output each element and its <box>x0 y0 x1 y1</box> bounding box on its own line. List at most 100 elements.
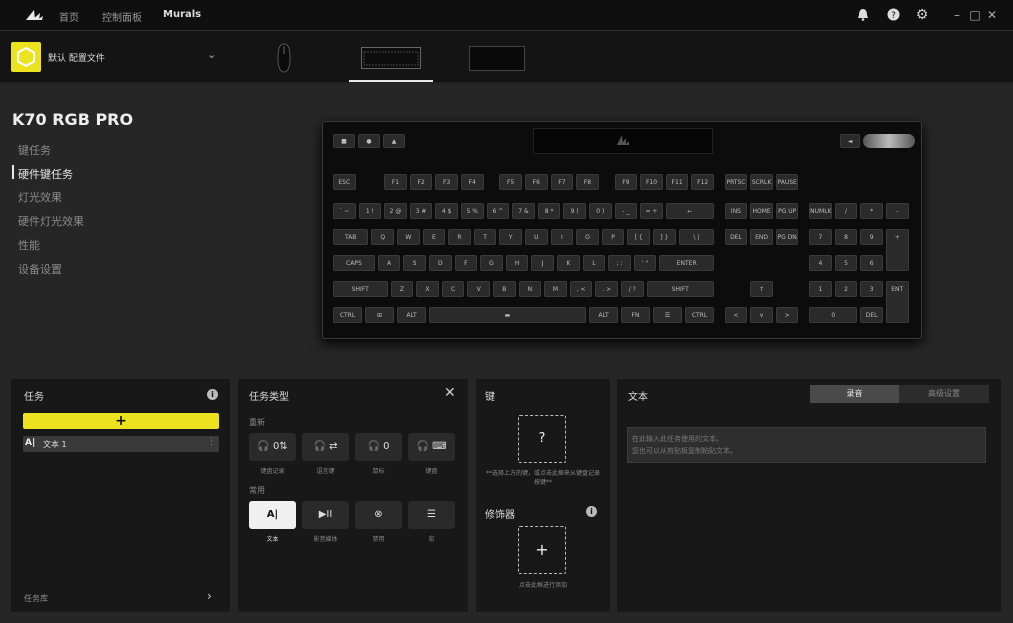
add-task-button[interactable]: + <box>23 413 219 429</box>
key-a_row-9[interactable]: L <box>582 255 606 271</box>
key-z_row-4[interactable]: V <box>467 281 490 297</box>
key-num_row-9[interactable]: 9 ( <box>563 203 586 219</box>
key-select-box[interactable]: ? <box>518 415 566 463</box>
task-type-tile-common-3[interactable]: ☰ <box>408 501 455 529</box>
key-q_row-4[interactable]: R <box>448 229 471 245</box>
key-fn_row-3[interactable]: F3 <box>435 174 458 190</box>
key-q_row-9[interactable]: O <box>576 229 599 245</box>
key-z_row-11[interactable]: SHIFT <box>646 281 714 297</box>
key-fn_row-13[interactable]: PRTSC <box>724 174 748 190</box>
info-icon[interactable]: i <box>207 389 218 400</box>
nav-dashboard[interactable]: 控制面板 <box>102 9 142 24</box>
key-num_row-20[interactable]: - <box>885 203 909 219</box>
chevron-right-icon[interactable]: › <box>207 589 212 603</box>
key-z_row-6[interactable]: N <box>518 281 542 297</box>
menu-key-tasks[interactable]: 键任务 <box>18 142 51 158</box>
key-num_row-15[interactable]: HOME <box>750 203 773 219</box>
key-a_row-12[interactable]: ENTER <box>659 255 714 271</box>
key-num_row-4[interactable]: 4 $ <box>435 203 458 219</box>
help-icon[interactable]: ? <box>886 8 900 22</box>
profile-badge[interactable] <box>11 42 41 72</box>
key-q_row-12[interactable]: ] } <box>653 229 676 245</box>
key-q_row-13[interactable]: \ | <box>678 229 714 245</box>
key-q_row-5[interactable]: T <box>473 229 497 245</box>
key-q_row-7[interactable]: U <box>525 229 548 245</box>
text-input[interactable]: 在此输入此任务使用的文本。 您也可以从剪贴板复制粘贴文本。 <box>627 427 986 463</box>
info-icon[interactable]: i <box>586 506 597 517</box>
key-a_row-7[interactable]: J <box>531 255 554 271</box>
key-z_row-14[interactable]: 2 <box>834 281 858 297</box>
key-num_row-19[interactable]: * <box>860 203 883 219</box>
menu-performance[interactable]: 性能 <box>18 237 40 253</box>
task-list-item[interactable]: A| 文本 1 ⋮ <box>23 436 219 452</box>
key-q_row-6[interactable]: Y <box>499 229 522 245</box>
key-z_row-10[interactable]: / ? <box>621 281 644 297</box>
key-z_row-3[interactable]: C <box>441 281 465 297</box>
key-a_row-6[interactable]: H <box>505 255 529 271</box>
key-bottom_row-7[interactable]: CTRL <box>685 307 714 323</box>
chevron-down-icon[interactable]: ⌄ <box>207 48 216 61</box>
corsair-sails-logo[interactable] <box>24 8 44 22</box>
key-fn_row-1[interactable]: F1 <box>384 174 407 190</box>
key-num_row-12[interactable]: = + <box>640 203 663 219</box>
task-type-tile-remap-1[interactable]: 🎧 ⇄ <box>302 433 349 461</box>
key-fn_row-8[interactable]: F8 <box>576 174 599 190</box>
key-a_row-2[interactable]: S <box>403 255 426 271</box>
key-bottom_row-11[interactable]: 0 <box>809 307 858 323</box>
key-bottom_row-0[interactable]: CTRL <box>333 307 362 323</box>
key-num_row-14[interactable]: INS <box>724 203 748 219</box>
key-z_row-16[interactable]: ENT <box>885 281 909 323</box>
key-bottom_row-2[interactable]: ALT <box>397 307 426 323</box>
key-fn_row-5[interactable]: F5 <box>499 174 522 190</box>
key-q_row-2[interactable]: W <box>397 229 420 245</box>
key-z_row-2[interactable]: X <box>416 281 439 297</box>
key-a_row-13[interactable]: 4 <box>809 255 832 271</box>
task-type-tile-remap-0[interactable]: 🎧 0⇅ <box>249 433 296 461</box>
key-a_row-5[interactable]: G <box>480 255 503 271</box>
key-q_row-18[interactable]: 8 <box>834 229 858 245</box>
key-a_row-14[interactable]: 5 <box>834 255 858 271</box>
bell-icon[interactable] <box>856 8 870 22</box>
key-num_row-7[interactable]: 7 & <box>512 203 535 219</box>
key-z_row-0[interactable]: SHIFT <box>333 281 388 297</box>
key-a_row-8[interactable]: K <box>557 255 580 271</box>
key-bottom_row-1[interactable]: ⊞ <box>365 307 394 323</box>
key-q_row-1[interactable]: Q <box>371 229 394 245</box>
key-q_row-17[interactable]: 7 <box>809 229 832 245</box>
menu-hardware-key-tasks[interactable]: 硬件键任务 <box>18 166 73 182</box>
key-num_row-17[interactable]: NUMLK <box>809 203 832 219</box>
key-num_row-10[interactable]: 0 ) <box>589 203 612 219</box>
task-type-tile-remap-3[interactable]: 🎧 ⌨ <box>408 433 455 461</box>
task-type-tile-common-1[interactable]: ▶II <box>302 501 349 529</box>
key-fn_row-6[interactable]: F6 <box>525 174 548 190</box>
key-bottom_row-5[interactable]: FN <box>621 307 650 323</box>
nav-murals[interactable]: Murals <box>163 9 201 20</box>
key-num_row-8[interactable]: 8 * <box>537 203 561 219</box>
key-num_row-18[interactable]: / <box>834 203 858 219</box>
key-num_row-11[interactable]: - _ <box>614 203 638 219</box>
more-options-icon[interactable]: ⋮ <box>207 437 216 447</box>
key-z_row-15[interactable]: 3 <box>860 281 883 297</box>
key-z_row-1[interactable]: Z <box>390 281 414 297</box>
key-z_row-8[interactable]: , < <box>569 281 593 297</box>
tab-advanced[interactable]: 高级设置 <box>899 385 989 403</box>
key-fn_row-15[interactable]: PAUSE <box>775 174 799 190</box>
key-num_row-3[interactable]: 3 # <box>409 203 433 219</box>
key-q_row-11[interactable]: [ { <box>627 229 650 245</box>
key-bottom_row-12[interactable]: DEL <box>860 307 883 323</box>
key-q_row-20[interactable]: + <box>885 229 909 271</box>
key-bottom_row-6[interactable]: ☰ <box>653 307 682 323</box>
key-bottom_row-8[interactable]: < <box>724 307 748 323</box>
key-a_row-4[interactable]: F <box>454 255 478 271</box>
key-fn_row-4[interactable]: F4 <box>461 174 484 190</box>
key-a_row-0[interactable]: CAPS <box>333 255 375 271</box>
menu-lighting[interactable]: 灯光效果 <box>18 189 62 205</box>
key-z_row-12[interactable]: ↑ <box>750 281 773 297</box>
tab-record[interactable]: 录音 <box>810 385 899 403</box>
task-type-tile-common-0[interactable]: A| <box>249 501 296 529</box>
minimize-button[interactable]: – <box>950 8 964 22</box>
task-library-label[interactable]: 任务库 <box>24 593 48 604</box>
menu-device-settings[interactable]: 设备设置 <box>18 261 62 277</box>
key-num_row-0[interactable]: ` ~ <box>333 203 356 219</box>
task-type-tile-common-2[interactable]: ⊗ <box>355 501 402 529</box>
